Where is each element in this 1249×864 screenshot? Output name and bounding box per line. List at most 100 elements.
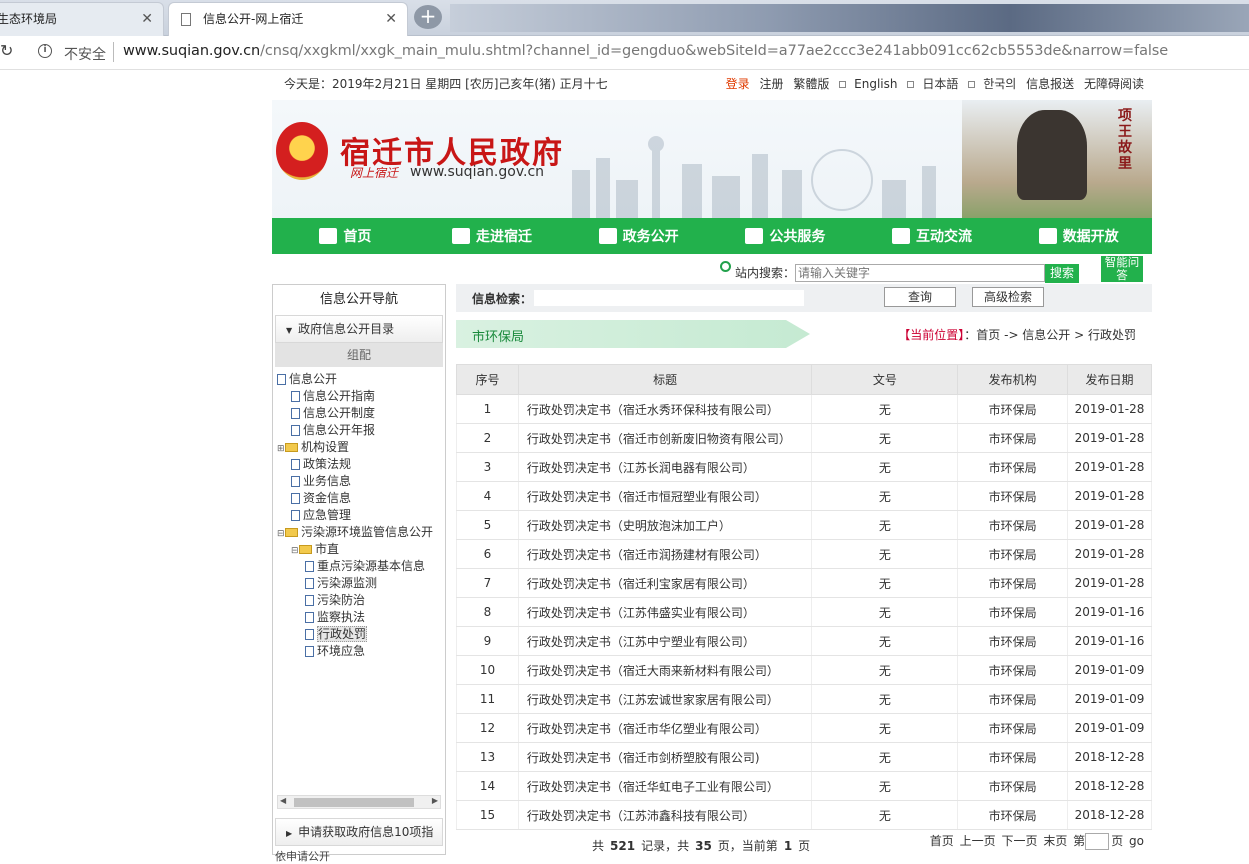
korean-link[interactable]: 한국의 [968, 77, 1016, 91]
cell-title[interactable]: 行政处罚决定书（宿迁大雨来新材料有限公司） [517, 655, 813, 685]
tree-node[interactable]: 政策法规 [277, 456, 443, 473]
info-nav-sidebar: 信息公开导航 ▼ 政府信息公开目录 组配 信息公开 信息公开指南 信息公开制度 信息公开… [272, 284, 446, 863]
tree-node[interactable]: 应急管理 [277, 507, 443, 524]
browser-tab-active[interactable]: 信息公开-网上宿迁 ✕ [168, 2, 408, 36]
table-row: 5 行政处罚决定书（史明放泡沫加工户）无市环保局 2019-01-28 [456, 510, 1152, 540]
horizontal-scrollbar[interactable]: ◀ ▶ [277, 795, 441, 809]
sidebar-category-apply[interactable]: ▶ 申请获取政府信息10项指 [275, 818, 443, 846]
pager-summary: 共 521 记录，共 35 页，当前第 1 页 [592, 839, 811, 853]
document-icon [305, 561, 314, 572]
cell-title[interactable]: 行政处罚决定书（江苏伟盛实业有限公司） [517, 597, 813, 627]
cell-date: 2019-01-09 [1067, 655, 1152, 685]
login-link[interactable]: 登录 [726, 77, 750, 91]
tree-node[interactable]: 行政处罚 [277, 626, 443, 643]
cell-title[interactable]: 行政处罚决定书（宿迁华虹电子工业有限公司） [517, 771, 813, 801]
cell-title[interactable]: 行政处罚决定书（史明放泡沫加工户） [517, 510, 813, 540]
tree-node[interactable]: 污染源监测 [277, 575, 443, 592]
tree-node-label: 环境应急 [317, 644, 366, 658]
tree-node[interactable]: 业务信息 [277, 473, 443, 490]
cell-title[interactable]: 行政处罚决定书（宿迁市华亿塑业有限公司） [517, 713, 813, 743]
cell-title[interactable]: 行政处罚决定书（宿迁市恒冠塑业有限公司） [517, 481, 813, 511]
info-search-input[interactable] [534, 290, 804, 306]
tree-node[interactable]: 信息公开年报 [277, 422, 443, 439]
tree-node[interactable]: 信息公开指南 [277, 388, 443, 405]
register-link[interactable]: 注册 [759, 77, 783, 91]
nav-item-home[interactable]: 首页 [272, 218, 419, 254]
banner-statue-image: 项王故里 [962, 100, 1152, 218]
url-field[interactable]: www.suqian.gov.cn/cnsq/xxgkml/xxgk_main_… [123, 43, 1168, 59]
cell-date: 2019-01-28 [1067, 394, 1152, 424]
scrollbar-thumb[interactable] [294, 798, 414, 807]
japanese-link[interactable]: 日本語 [907, 77, 958, 91]
cell-org: 市环保局 [957, 771, 1069, 801]
cell-org: 市环保局 [957, 510, 1069, 540]
nav-item-about[interactable]: 走进宿迁 [419, 218, 566, 254]
tree-node[interactable]: ⊟ 市直 [277, 541, 443, 558]
cell-title[interactable]: 行政处罚决定书（宿迁利宝家居有限公司） [517, 568, 813, 598]
sidebar-category[interactable]: ▼ 政府信息公开目录 [275, 315, 443, 343]
tree-node[interactable]: 信息公开 [277, 371, 443, 388]
smart-qa-button[interactable]: 智能问答 [1101, 256, 1143, 282]
cell-number: 6 [456, 539, 519, 569]
go-button[interactable]: go [1129, 834, 1144, 848]
cell-title[interactable]: 行政处罚决定书（江苏沛鑫科技有限公司） [517, 800, 813, 830]
tree-node-label: 信息公开指南 [303, 389, 376, 403]
goto-page-input[interactable] [1085, 833, 1110, 850]
document-icon [291, 408, 300, 419]
browser-tab-inactive[interactable]: 生态环境局 ✕ [0, 2, 164, 36]
cell-title[interactable]: 行政处罚决定书（江苏中宁塑业有限公司） [517, 626, 813, 656]
cell-org: 市环保局 [957, 655, 1069, 685]
site-search-input[interactable] [795, 264, 1045, 282]
nav-item-public-service[interactable]: 公共服务 [712, 218, 859, 254]
nav-item-interaction[interactable]: 互动交流 [859, 218, 1006, 254]
security-label[interactable]: 不安全 [64, 44, 106, 64]
tree-node[interactable]: 污染防治 [277, 592, 443, 609]
advanced-search-button[interactable]: 高级检索 [972, 287, 1044, 307]
cell-number: 7 [456, 568, 519, 598]
query-button[interactable]: 查询 [884, 287, 956, 307]
table-row: 13 行政处罚决定书（宿迁市剑桥塑胶有限公司) 无市环保局 2018-12-28 [456, 742, 1152, 772]
cell-title[interactable]: 行政处罚决定书（宿迁市创新废旧物资有限公司） [517, 423, 813, 453]
cell-doc-number: 无 [811, 713, 959, 743]
close-icon[interactable]: ✕ [141, 3, 153, 35]
tree-node-label: 行政处罚 [317, 626, 368, 642]
cell-title[interactable]: 行政处罚决定书（江苏宏诚世家家居有限公司） [517, 684, 813, 714]
cell-date: 2018-12-28 [1067, 742, 1152, 772]
tree-node-label: 政策法规 [303, 457, 352, 471]
english-link[interactable]: English [839, 77, 898, 91]
cell-org: 市环保局 [957, 452, 1069, 482]
tree-node[interactable]: 信息公开制度 [277, 405, 443, 422]
cell-title[interactable]: 行政处罚决定书（江苏长润电器有限公司） [517, 452, 813, 482]
site-search-button[interactable]: 搜索 [1045, 264, 1079, 283]
sidebar-more[interactable]: 依申请公开 [275, 848, 330, 864]
report-link[interactable]: 信息报送 [1026, 77, 1074, 91]
tree-node[interactable]: 环境应急 [277, 643, 443, 660]
cell-date: 2019-01-16 [1067, 597, 1152, 627]
tree-node-label: 信息公开 [289, 372, 338, 386]
cell-title[interactable]: 行政处罚决定书（宿迁市润扬建材有限公司） [517, 539, 813, 569]
nav-item-open-data[interactable]: 数据开放 [1005, 218, 1152, 254]
accessibility-link[interactable]: 无障碍阅读 [1084, 77, 1144, 91]
next-page-link[interactable]: 下一页 [1001, 834, 1037, 848]
cell-date: 2019-01-28 [1067, 452, 1152, 482]
cell-title[interactable]: 行政处罚决定书（宿迁水秀环保科技有限公司） [517, 394, 813, 424]
national-emblem-icon [276, 122, 328, 180]
tree-node[interactable]: ⊟ 污染源环境监管信息公开 [277, 524, 443, 541]
new-tab-button[interactable]: + [414, 5, 442, 29]
prev-page-link[interactable]: 上一页 [960, 834, 996, 848]
last-page-link[interactable]: 末页 [1043, 834, 1067, 848]
close-icon[interactable]: ✕ [385, 3, 397, 35]
tree-node[interactable]: 重点污染源基本信息 [277, 558, 443, 575]
cell-title[interactable]: 行政处罚决定书（宿迁市剑桥塑胶有限公司) [517, 742, 813, 772]
traditional-link[interactable]: 繁體版 [793, 77, 829, 91]
first-page-link[interactable]: 首页 [930, 834, 954, 848]
reload-icon[interactable]: ↻ [0, 41, 13, 60]
scroll-right-icon[interactable]: ▶ [432, 796, 438, 805]
nav-item-gov-affairs[interactable]: 政务公开 [565, 218, 712, 254]
info-icon[interactable]: i [38, 44, 52, 58]
document-icon [291, 391, 300, 402]
tree-node[interactable]: 资金信息 [277, 490, 443, 507]
tree-node[interactable]: ⊞ 机构设置 [277, 439, 443, 456]
scroll-left-icon[interactable]: ◀ [280, 796, 286, 805]
tree-node[interactable]: 监察执法 [277, 609, 443, 626]
